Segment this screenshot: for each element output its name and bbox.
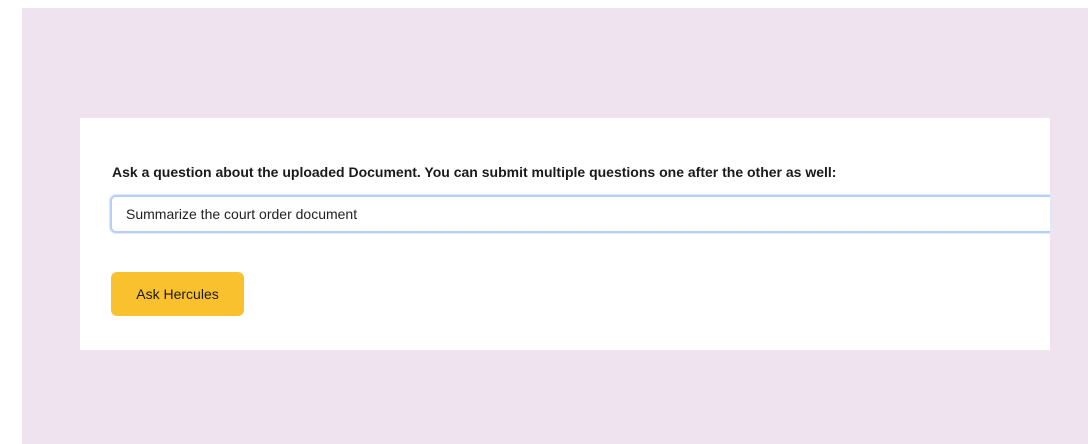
question-label: Ask a question about the uploaded Docume… bbox=[112, 164, 837, 180]
ask-hercules-button[interactable]: Ask Hercules bbox=[111, 272, 244, 316]
page-background: Ask a question about the uploaded Docume… bbox=[22, 8, 1088, 444]
question-input[interactable] bbox=[110, 195, 1050, 233]
question-card: Ask a question about the uploaded Docume… bbox=[80, 118, 1050, 350]
